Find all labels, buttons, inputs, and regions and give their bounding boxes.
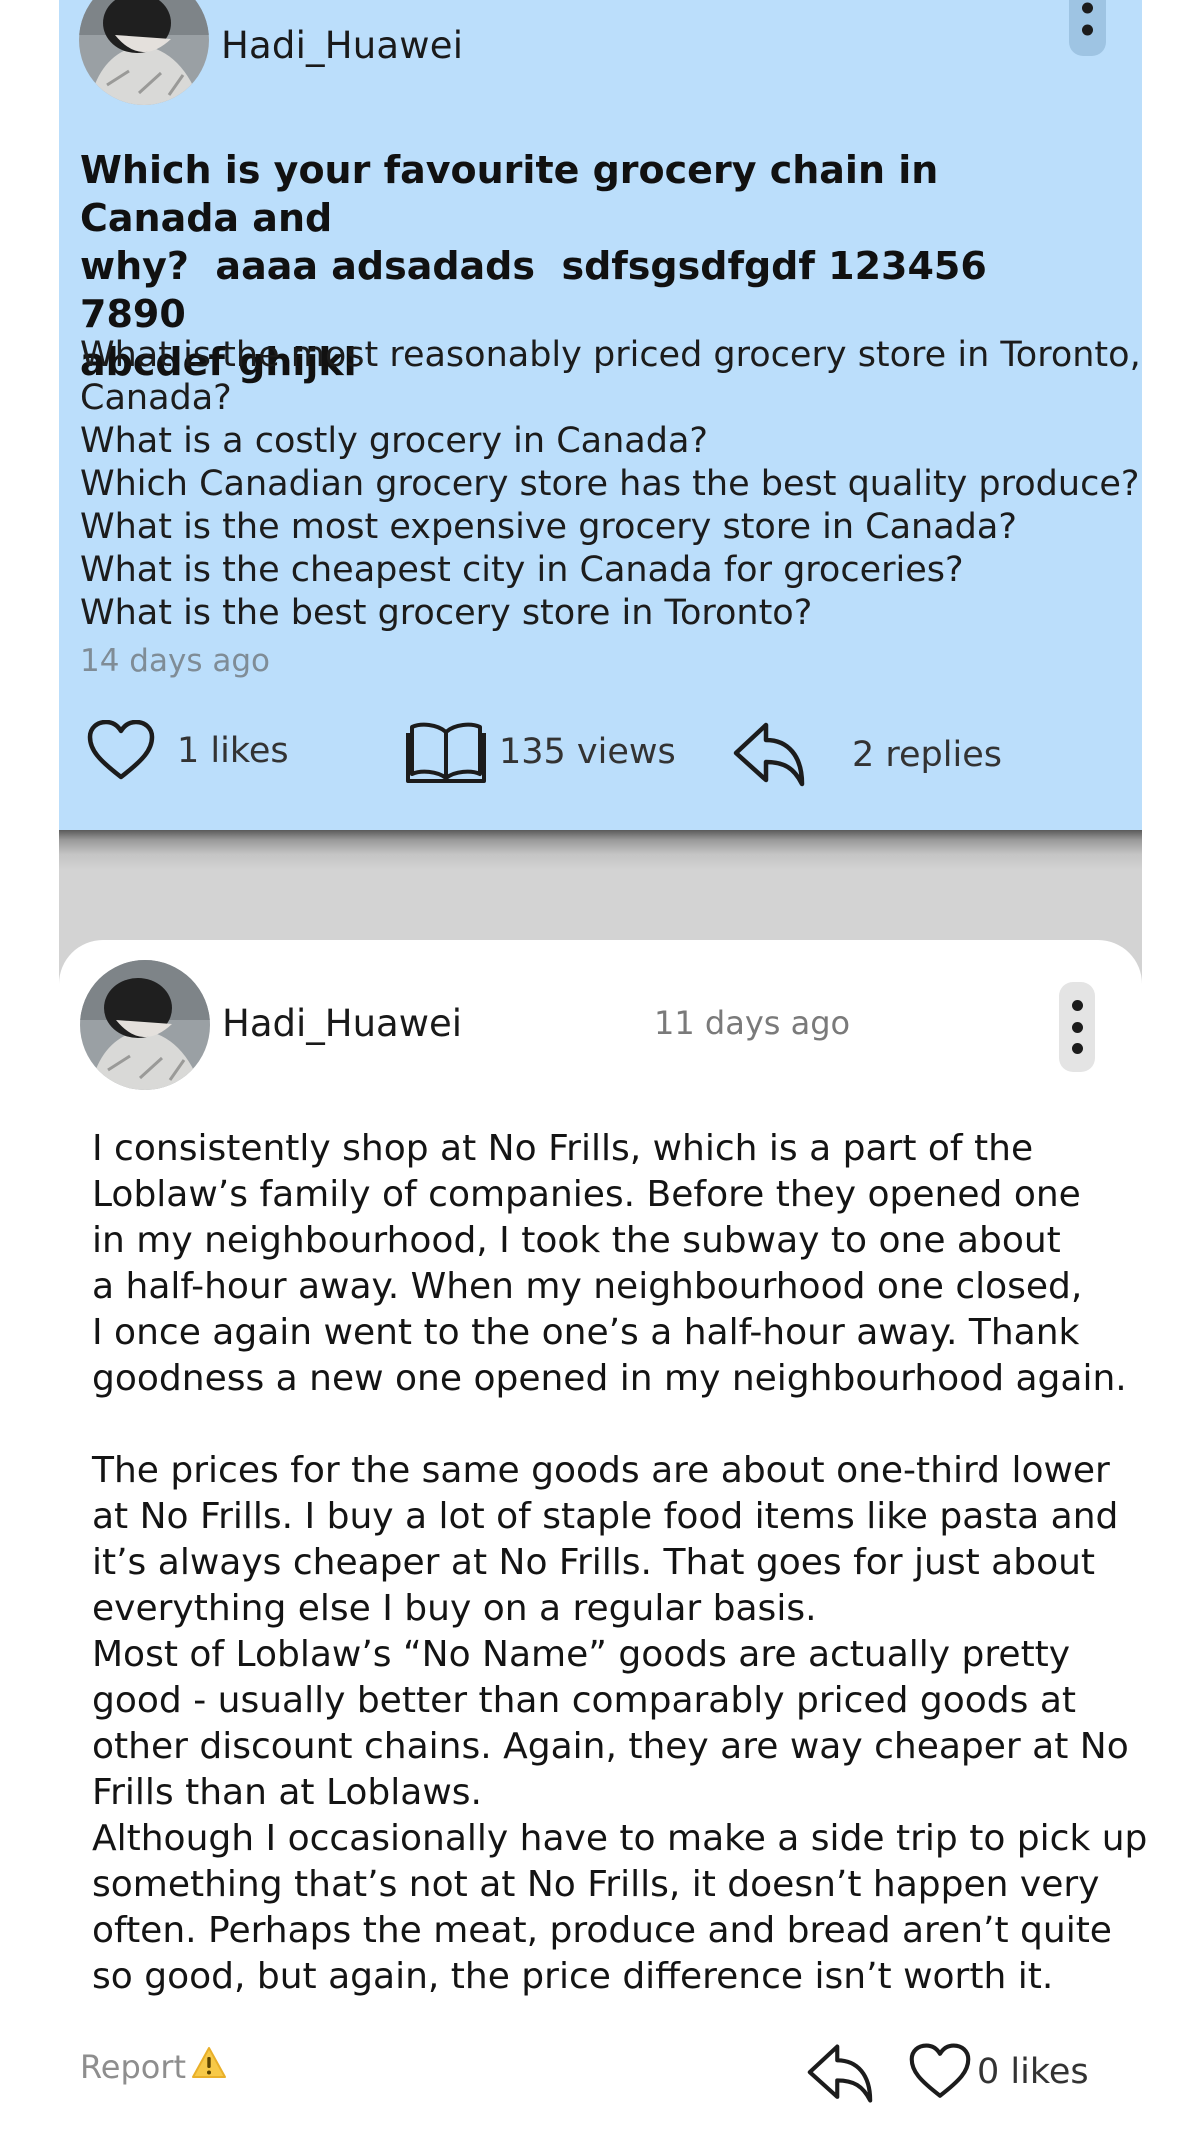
warning-icon	[190, 2045, 228, 2089]
reply-line: at No Frills. I buy a lot of staple food…	[92, 1496, 1119, 1537]
like-button[interactable]: 1 likes	[87, 720, 289, 782]
reply-line: Most of Loblaw’s “No Name” goods are act…	[92, 1634, 1071, 1675]
reply-line: The prices for the same goods are about …	[92, 1450, 1110, 1491]
reply-line: so good, but again, the price difference…	[92, 1956, 1054, 1997]
reply-body: I consistently shop at No Frills, which …	[92, 1126, 1148, 2000]
author-avatar[interactable]	[79, 0, 209, 105]
reply-line: in my neighbourhood, I took the subway t…	[92, 1220, 1061, 1261]
reply-card: Hadi_Huawei 11 days ago I consistently s…	[59, 940, 1148, 2130]
views-count: 135 views	[499, 732, 676, 772]
reply-button[interactable]: 2 replies	[732, 720, 1002, 790]
views-stat: 135 views	[405, 720, 676, 784]
reply-line: Although I occasionally have to make a s…	[92, 1818, 1148, 1859]
reply-arrow-icon	[807, 2044, 873, 2103]
reply-to-reply-button[interactable]	[805, 2042, 875, 2110]
question-line: What is the cheapest city in Canada for …	[80, 550, 964, 590]
question-card: Hadi_Huawei Which is your favourite groc…	[59, 0, 1142, 830]
report-button[interactable]: Report	[80, 2045, 228, 2089]
question-line: What is the most expensive grocery store…	[80, 507, 1017, 547]
reply-line: goodness a new one opened in my neighbou…	[92, 1358, 1127, 1399]
reply-more-options-button[interactable]	[1059, 982, 1095, 1072]
reply-timestamp: 11 days ago	[654, 1004, 851, 1042]
open-book-icon	[406, 722, 486, 783]
reply-author-name[interactable]: Hadi_Huawei	[222, 1002, 462, 1045]
reply-line	[92, 1402, 1132, 1448]
likes-count: 1 likes	[177, 731, 289, 771]
reply-line: good - usually better than comparably pr…	[92, 1680, 1076, 1721]
replies-count: 2 replies	[852, 735, 1002, 775]
thread-page: Hadi_Huawei Which is your favourite groc…	[0, 0, 1198, 2130]
more-options-button[interactable]	[1069, 0, 1106, 56]
reply-line: I once again went to the one’s a half-ho…	[92, 1312, 1080, 1353]
reply-like-button[interactable]: 0 likes	[909, 2043, 1089, 2101]
more-vertical-icon	[1071, 1021, 1083, 1033]
question-body: What is the most reasonably priced groce…	[80, 334, 1141, 635]
author-name[interactable]: Hadi_Huawei	[221, 24, 463, 67]
more-vertical-icon	[1082, 2, 1093, 36]
reply-line: I consistently shop at No Frills, which …	[92, 1128, 1034, 1169]
reply-line: everything else I buy on a regular basis…	[92, 1588, 817, 1629]
heart-outline-icon	[909, 2043, 971, 2098]
report-label: Report	[80, 2048, 187, 2086]
question-line: What is a costly grocery in Canada?	[80, 421, 708, 461]
question-line: Canada?	[80, 378, 232, 418]
reply-line: a half-hour away. When my neighbourhood …	[92, 1266, 1083, 1307]
reply-line: Loblaw’s family of companies. Before the…	[92, 1174, 1081, 1215]
post-timestamp: 14 days ago	[80, 643, 270, 679]
reply-likes-count: 0 likes	[977, 2052, 1089, 2092]
reply-line: something that’s not at No Frills, it do…	[92, 1864, 1100, 1905]
reply-line: often. Perhaps the meat, produce and bre…	[92, 1910, 1112, 1951]
reply-line: it’s always cheaper at No Frills. That g…	[92, 1542, 1096, 1583]
more-vertical-icon	[1071, 1000, 1083, 1011]
more-vertical-icon	[1071, 1043, 1083, 1054]
reply-arrow-icon	[733, 722, 805, 787]
reply-line: Frills than at Loblaws.	[92, 1772, 482, 1813]
reply-author-avatar[interactable]	[80, 960, 210, 1090]
reply-line: other discount chains. Again, they are w…	[92, 1726, 1129, 1767]
question-line: What is the most reasonably priced groce…	[80, 335, 1141, 375]
question-line: What is the best grocery store in Toront…	[80, 593, 813, 633]
question-line: Which Canadian grocery store has the bes…	[80, 464, 1140, 504]
heart-outline-icon	[87, 720, 155, 780]
